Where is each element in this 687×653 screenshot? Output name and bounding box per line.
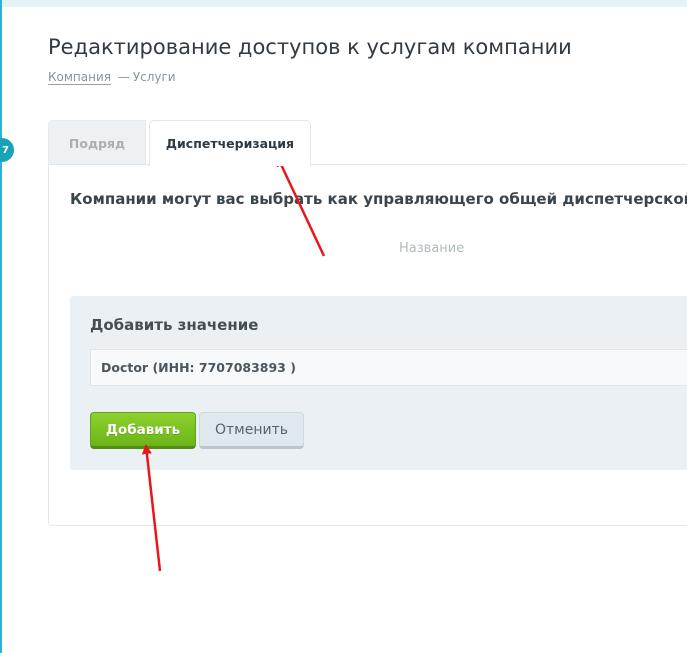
breadcrumb: Компания — Услуги [48,70,176,85]
top-strip [0,0,687,7]
breadcrumb-separator: — [117,70,130,84]
add-value-title: Добавить значение [90,316,259,334]
breadcrumb-link-company[interactable]: Компания [48,70,111,85]
tab-podryad[interactable]: Подряд [48,120,146,165]
card-heading: Компании могут вас выбрать как управляющ… [70,190,687,208]
cancel-button[interactable]: Отменить [199,412,304,449]
company-value-input[interactable] [90,349,687,386]
add-button[interactable]: Добавить [90,412,196,449]
tab-dispatching[interactable]: Диспетчеризация [149,120,311,166]
breadcrumb-current: Услуги [132,70,176,84]
left-accent-line [0,0,2,653]
step-badge: 7 [0,138,14,162]
column-header-name: Название [399,241,465,256]
page-title: Редактирование доступов к услугам компан… [48,35,572,59]
